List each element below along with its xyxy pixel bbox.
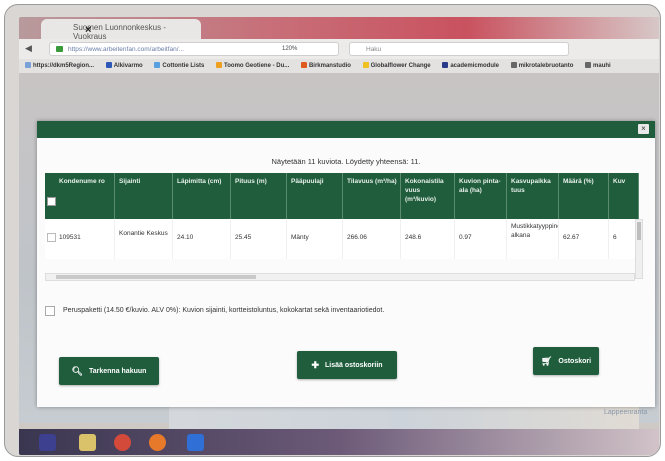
table-cell: Konantie Keskus xyxy=(115,219,173,259)
back-arrow-icon[interactable]: ◀ xyxy=(25,43,32,54)
bookmark-item[interactable]: mikrotalebruotanto xyxy=(510,62,573,69)
search-button-label: Tarkenna hakuun xyxy=(88,367,147,375)
bookmark-item[interactable]: Cottontie Lists xyxy=(154,62,204,69)
bookmark-icon xyxy=(154,62,161,68)
column-header[interactable]: Kasvupaikka tuus xyxy=(507,173,559,219)
browser-tab[interactable]: × Suomen Luonnonkeskus - Vuokraus xyxy=(41,19,201,41)
column-header[interactable]: Kondenume ro xyxy=(45,173,115,219)
table-cell: 266.06 xyxy=(343,219,401,259)
table-header-row: Kondenume ro Sijainti Läpimitta (cm) Pit… xyxy=(45,173,639,219)
column-header[interactable]: Määrä (%) xyxy=(559,173,609,219)
vertical-scrollbar[interactable] xyxy=(635,219,643,279)
bookmark-icon xyxy=(105,62,112,68)
bookmarks-bar: https://dkm5Region... Alkivarmo Cottonti… xyxy=(19,59,659,73)
bookmark-item[interactable]: mauhi xyxy=(585,62,611,69)
zoom-level[interactable]: 120% xyxy=(282,46,297,52)
bookmark-icon xyxy=(300,62,307,68)
table-cell: Mänty xyxy=(287,219,343,259)
add-to-cart-label: Lisää ostoskoriin xyxy=(324,361,383,369)
scrollbar-thumb[interactable] xyxy=(637,222,641,240)
bookmark-icon xyxy=(25,62,31,68)
table-cell: 0.97 xyxy=(455,219,507,259)
scrollbar-thumb[interactable] xyxy=(56,275,256,279)
start-icon[interactable] xyxy=(39,434,56,451)
results-table: Kondenume ro Sijainti Läpimitta (cm) Pit… xyxy=(45,173,641,273)
dialog-header: × xyxy=(37,121,655,138)
column-header[interactable]: Tilavuus (m³/ha) xyxy=(343,173,401,219)
firefox-icon[interactable] xyxy=(149,434,166,451)
bookmark-icon xyxy=(585,62,592,68)
bookmark-icon xyxy=(216,62,223,68)
horizontal-scrollbar[interactable] xyxy=(45,273,635,281)
close-icon[interactable]: × xyxy=(638,124,649,134)
column-header[interactable]: Kuv xyxy=(609,173,639,219)
column-header[interactable]: Pituus (m) xyxy=(231,173,287,219)
table-cell: 24.10 xyxy=(173,219,231,259)
bookmark-icon xyxy=(442,62,449,68)
taskbar xyxy=(19,429,659,455)
file-explorer-icon[interactable] xyxy=(79,434,96,451)
search-placeholder: Haku xyxy=(366,46,382,53)
table-cell: 25.45 xyxy=(231,219,287,259)
plus-icon: ✚ xyxy=(311,359,319,370)
lock-icon xyxy=(56,46,63,52)
column-header[interactable]: Läpimitta (cm) xyxy=(173,173,231,219)
results-dialog: × Näytetään 11 kuviota. Löydetty yhteens… xyxy=(37,121,655,407)
add-to-cart-button[interactable]: ✚ Lisää ostoskoriin xyxy=(297,351,397,379)
column-header[interactable]: Kokonaistila vuus (m³/kuvio) xyxy=(401,173,455,219)
search-button[interactable]: 🔍︎ Tarkenna hakuun xyxy=(59,357,159,385)
browser-tabstrip: × Suomen Luonnonkeskus - Vuokraus xyxy=(19,17,659,41)
photo-frame: × Suomen Luonnonkeskus - Vuokraus ◀ http… xyxy=(4,4,661,457)
package-option-label: Peruspaketti (14.50 €/kuvio. ALV 0%): Ku… xyxy=(63,307,385,314)
bookmark-item[interactable]: Birkmanstudio xyxy=(300,62,351,69)
bookmark-item[interactable]: Globalflower Change xyxy=(362,62,431,69)
package-checkbox[interactable] xyxy=(45,306,55,316)
address-bar: ◀ https://www.arbeitenfan.com/arbeitfan/… xyxy=(19,39,659,59)
cart-icon: 🛒︎ xyxy=(540,355,553,366)
url-input[interactable]: https://www.arbeitenfan.com/arbeitfan/..… xyxy=(49,42,339,56)
search-input[interactable]: Haku xyxy=(349,42,569,56)
column-header[interactable]: Kuvion pinta-ala (ha) xyxy=(455,173,507,219)
bookmark-icon xyxy=(510,62,517,68)
url-text: https://www.arbeitenfan.com/arbeitfan/..… xyxy=(68,46,184,53)
tab-close-icon[interactable]: × xyxy=(85,24,91,36)
bookmark-item[interactable]: academicmodule xyxy=(442,62,499,69)
bookmark-icon xyxy=(362,62,369,68)
table-cell: 248.6 xyxy=(401,219,455,259)
row-checkbox[interactable] xyxy=(47,233,56,242)
cart-button-label: Ostoskori xyxy=(558,357,592,365)
result-count: Näytetään 11 kuviota. Löydetty yhteensä:… xyxy=(271,157,421,166)
column-header[interactable]: Pääpuulaji xyxy=(287,173,343,219)
cart-button[interactable]: 🛒︎ Ostoskori xyxy=(533,347,599,375)
table-cell: 62.67 xyxy=(559,219,609,259)
column-header[interactable]: Sijainti xyxy=(115,173,173,219)
select-all-checkbox[interactable] xyxy=(47,197,56,206)
table-cell: Mustikkatyyppinen alkana xyxy=(507,219,559,259)
monitor-screen: × Suomen Luonnonkeskus - Vuokraus ◀ http… xyxy=(19,17,659,455)
bookmark-item[interactable]: https://dkm5Region... xyxy=(25,62,94,69)
chrome-icon[interactable] xyxy=(114,434,131,451)
bookmark-item[interactable]: Toomo Geotiene - Du... xyxy=(216,62,289,69)
table-row[interactable]: 109531 Konantie Keskus 24.10 25.45 Mänty… xyxy=(45,219,639,259)
skype-icon[interactable] xyxy=(187,434,204,451)
bookmark-item[interactable]: Alkivarmo xyxy=(105,62,143,69)
search-icon: 🔍︎ xyxy=(71,365,83,376)
map-label: Lappeenranta xyxy=(604,409,648,416)
